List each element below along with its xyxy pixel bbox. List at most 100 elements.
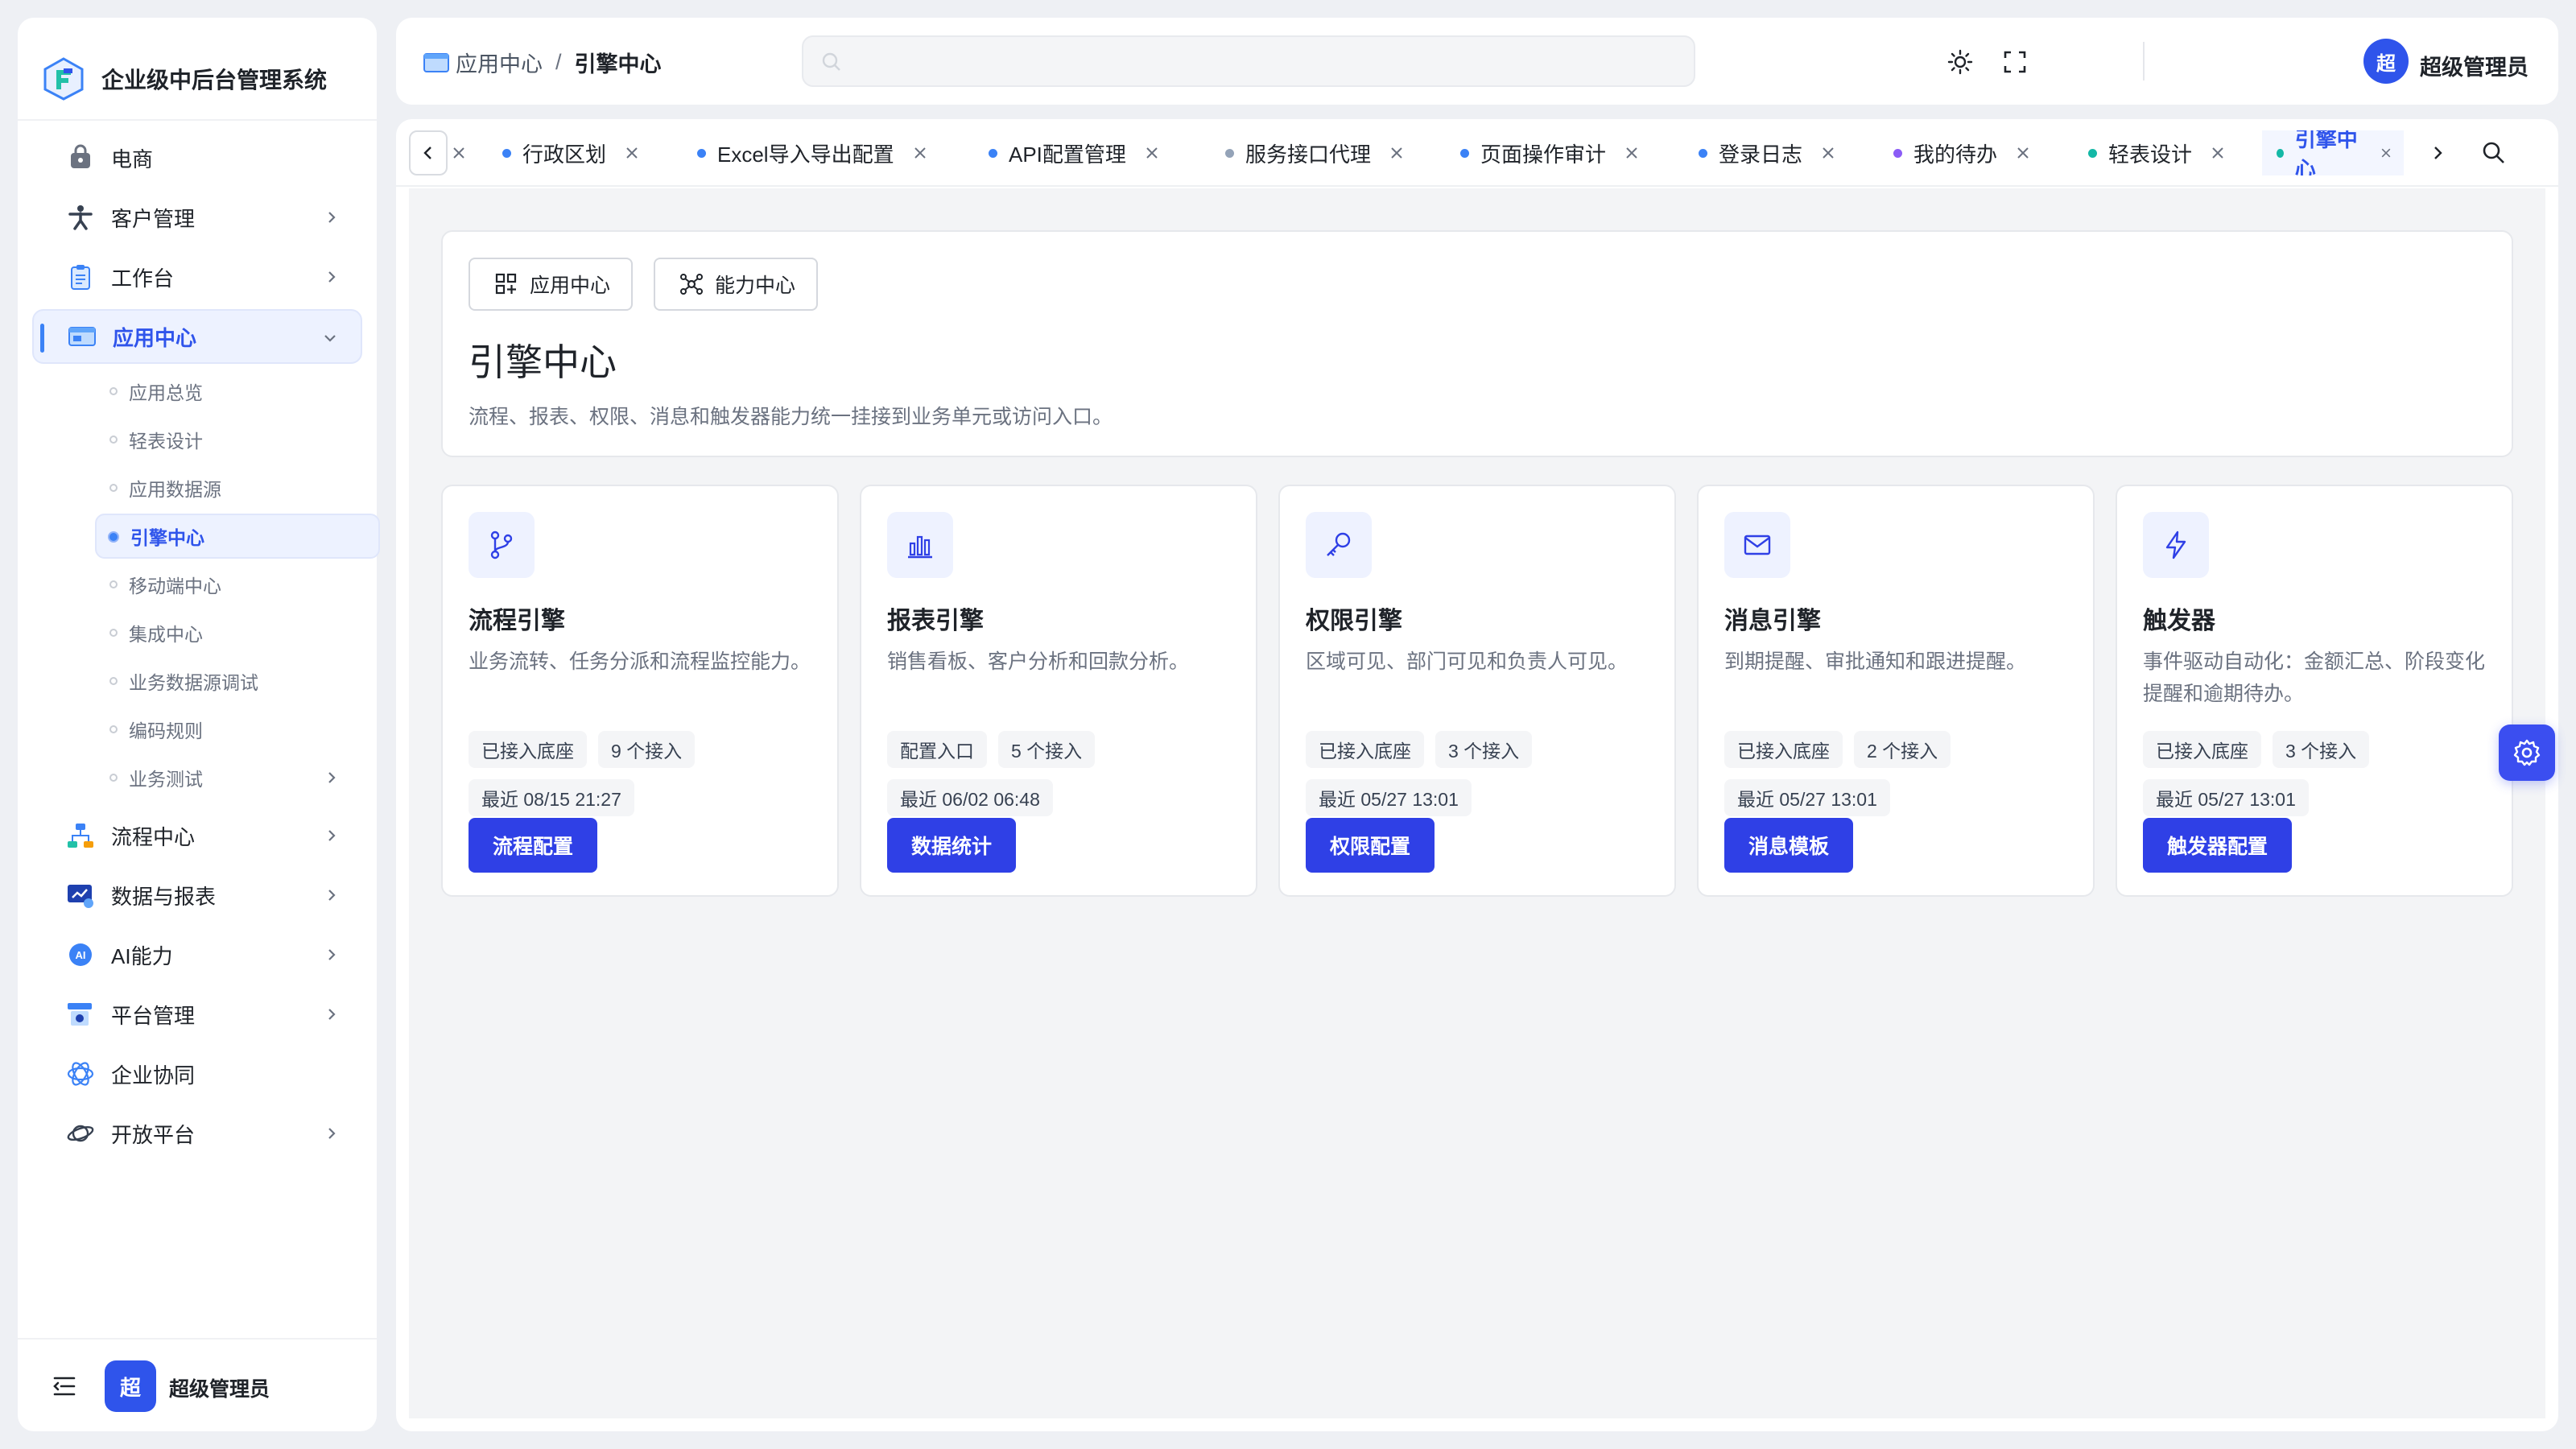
sidebar-item-collab[interactable]: 企业协同 <box>32 1046 362 1101</box>
git-branch-icon <box>469 512 535 578</box>
tab-scroll-left-button[interactable] <box>409 130 448 175</box>
subnav-label: 轻表设计 <box>129 431 203 452</box>
close-icon[interactable] <box>2380 145 2392 161</box>
sidebar-item-open-platform[interactable]: 开放平台 <box>32 1106 362 1161</box>
permission-config-button[interactable]: 权限配置 <box>1306 818 1435 873</box>
chevron-right-icon <box>328 1009 336 1020</box>
engine-name: 报表引擎 <box>887 608 984 634</box>
flow-config-button[interactable]: 流程配置 <box>469 818 598 873</box>
floating-settings-button[interactable] <box>2499 724 2555 781</box>
subnav-item[interactable]: 集成中心 <box>95 610 362 655</box>
tab-dot <box>697 148 706 158</box>
trigger-config-button[interactable]: 触发器配置 <box>2143 818 2293 873</box>
tab-page-audit[interactable]: 页面操作审计 <box>1446 130 1651 175</box>
avatar[interactable]: 超 <box>105 1360 156 1412</box>
sun-icon[interactable] <box>1946 48 1974 76</box>
breadcrumb-parent[interactable]: 应用中心 <box>456 47 543 78</box>
engine-tags: 已接入底座 3 个接入 <box>1306 731 1543 768</box>
header-divider <box>2143 42 2145 80</box>
sidebar-item-customers[interactable]: 客户管理 <box>32 190 362 245</box>
sidebar-item-label: 应用中心 <box>113 325 197 350</box>
bullet-icon <box>109 677 118 685</box>
sidebar: 企业级中后台管理系统 电商 客户管理 工作台 应用中心 应用总览 轻表设计 应用… <box>18 18 380 1431</box>
tab-service-proxy[interactable]: 服务接口代理 <box>1211 130 1416 175</box>
subnav-label: 编码规则 <box>129 720 203 741</box>
engine-description: 到期提醒、审批通知和跟进提醒。 <box>1724 650 2027 673</box>
bullet-icon <box>108 531 119 543</box>
subnav-label: 应用数据源 <box>129 479 221 500</box>
capability-center-button[interactable]: 能力中心 <box>654 258 819 311</box>
bullet-icon <box>109 484 118 492</box>
subnav-label: 业务测试 <box>129 769 203 790</box>
tab-label: 登录日志 <box>1719 142 1803 167</box>
close-icon[interactable] <box>2210 145 2226 161</box>
engine-card-permission: 权限引擎 区域可见、部门可见和负责人可见。 已接入底座 3 个接入 最近 05/… <box>1278 485 1676 897</box>
engine-name: 权限引擎 <box>1306 608 1402 634</box>
subnav-item[interactable]: 业务数据源调试 <box>95 658 362 704</box>
sidebar-item-platform[interactable]: 平台管理 <box>32 987 362 1042</box>
tab-admin-division[interactable]: 行政区划 <box>488 130 651 175</box>
subnav-item[interactable]: 应用数据源 <box>95 465 362 510</box>
close-icon[interactable] <box>1144 145 1160 161</box>
subnav-item-engine-center[interactable]: 引擎中心 <box>95 514 380 559</box>
close-icon[interactable] <box>912 145 928 161</box>
tab-login-log[interactable]: 登录日志 <box>1684 130 1847 175</box>
close-icon[interactable] <box>1624 145 1640 161</box>
count-badge: 3 个接入 <box>2273 731 2370 768</box>
tab-label: API配置管理 <box>1009 142 1126 167</box>
close-icon[interactable] <box>451 145 467 161</box>
avatar[interactable]: 超 <box>2363 39 2409 84</box>
tab-engine-center[interactable]: 引擎中心 <box>2262 130 2404 175</box>
search-icon <box>822 52 840 71</box>
subnav-item[interactable]: 编码规则 <box>95 707 362 752</box>
tab-my-todo[interactable]: 我的待办 <box>1879 130 2042 175</box>
brand[interactable]: 企业级中后台管理系统 <box>42 42 364 116</box>
sidebar-item-flow-center[interactable]: 流程中心 <box>32 808 362 863</box>
sidebar-item-label: 工作台 <box>111 266 175 291</box>
global-search[interactable] <box>802 35 1695 87</box>
sidebar-item-ecommerce[interactable]: 电商 <box>32 130 362 185</box>
count-badge: 3 个接入 <box>1435 731 1533 768</box>
tab-dot <box>989 148 997 158</box>
subnav-item[interactable]: 应用总览 <box>95 369 362 414</box>
engine-tags: 已接入底座 2 个接入 <box>1724 731 1962 768</box>
data-statistics-button[interactable]: 数据统计 <box>887 818 1017 873</box>
engine-tags: 已接入底座 3 个接入 <box>2143 731 2380 768</box>
tab-light-table[interactable]: 轻表设计 <box>2074 130 2237 175</box>
collapse-sidebar-icon[interactable] <box>50 1372 79 1401</box>
sidebar-item-ai[interactable]: AI AI能力 <box>32 927 362 982</box>
search-input[interactable] <box>852 37 1681 85</box>
tab-label: 页面操作审计 <box>1480 142 1607 167</box>
engine-card-trigger: 触发器 事件驱动自动化：金额汇总、阶段变化提醒和逾期待办。 已接入底座 3 个接… <box>2116 485 2513 897</box>
subnav-item[interactable]: 业务测试 <box>95 755 362 800</box>
sidebar-user-name: 超级管理员 <box>169 1378 270 1401</box>
person-icon <box>64 201 97 233</box>
bullet-icon <box>109 629 118 637</box>
sidebar-item-data-reports[interactable]: 数据与报表 <box>32 868 362 923</box>
sidebar-item-app-center[interactable]: 应用中心 <box>32 309 362 364</box>
close-icon[interactable] <box>624 145 640 161</box>
subnav-item[interactable]: 移动端中心 <box>95 562 362 607</box>
close-icon[interactable] <box>1389 145 1405 161</box>
tab-excel-import-export[interactable]: Excel导入导出配置 <box>683 130 939 175</box>
app-logo-icon <box>43 57 84 101</box>
subnav-item[interactable]: 轻表设计 <box>95 417 362 462</box>
subnav-label: 应用总览 <box>129 382 203 403</box>
message-template-button[interactable]: 消息模板 <box>1724 818 1854 873</box>
sidebar-item-workbench[interactable]: 工作台 <box>32 250 362 304</box>
count-badge: 5 个接入 <box>998 731 1096 768</box>
app-center-button[interactable]: 应用中心 <box>469 258 634 311</box>
tab-scroll-right-button[interactable] <box>2418 130 2457 175</box>
gear-icon <box>2513 739 2541 766</box>
tab-api-config[interactable]: API配置管理 <box>974 130 1171 175</box>
mail-icon <box>1724 512 1790 578</box>
header-user-name[interactable]: 超级管理员 <box>2420 50 2529 81</box>
close-icon[interactable] <box>2015 145 2031 161</box>
fullscreen-icon[interactable] <box>2001 48 2029 76</box>
chevron-right-icon <box>328 1128 336 1139</box>
search-icon[interactable] <box>2481 140 2507 166</box>
engine-description: 业务流转、任务分派和流程监控能力。 <box>469 650 811 673</box>
engine-card-flow: 流程引擎 业务流转、任务分派和流程监控能力。 已接入底座 9 个接入 最近 08… <box>441 485 839 897</box>
chevron-right-icon <box>328 830 336 841</box>
close-icon[interactable] <box>1820 145 1836 161</box>
